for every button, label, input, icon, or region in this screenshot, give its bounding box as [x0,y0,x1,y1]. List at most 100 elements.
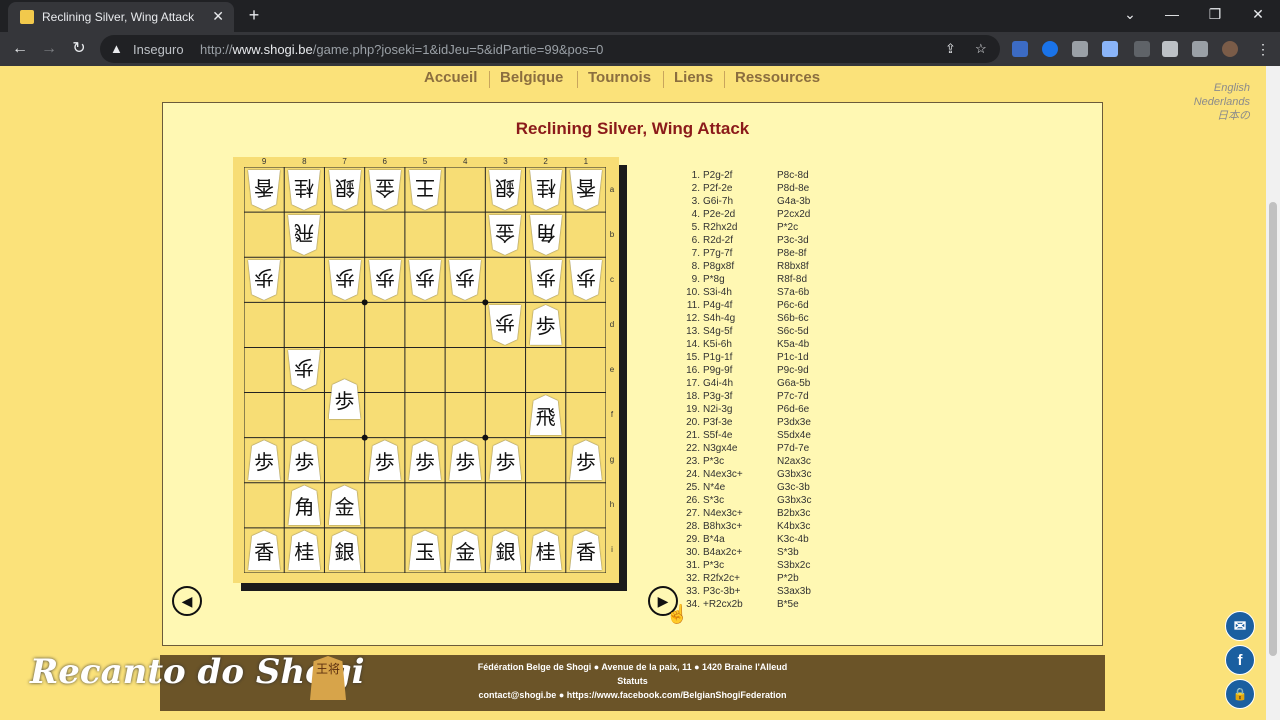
gote-move[interactable]: R8f-8d [777,273,807,286]
shogi-piece[interactable]: 角 [530,215,562,255]
sente-move[interactable]: P3c-3b+ [703,585,741,598]
shogi-piece[interactable]: 香 [248,530,281,571]
reload-icon[interactable]: ↻ [68,38,90,60]
shogi-piece[interactable]: 歩 [329,260,361,300]
move-row[interactable]: 7. P7g-7f P8e-8f [680,247,880,260]
gote-move[interactable]: K3c-4b [777,533,809,546]
move-row[interactable]: 13. S4g-5f S6c-5d [680,325,880,338]
move-row[interactable]: 32. R2fx2c+ P*2b [680,572,880,585]
extension-pin-icon[interactable] [1134,41,1150,57]
move-row[interactable]: 26. S*3c G3bx3c [680,494,880,507]
shogi-piece[interactable]: 歩 [489,440,522,481]
gote-move[interactable]: S*3b [777,546,799,559]
gote-move[interactable]: P6d-6e [777,403,809,416]
sente-move[interactable]: P8gx8f [703,260,734,273]
warning-icon[interactable]: ▲ [110,41,123,56]
move-row[interactable]: 15. P1g-1f P1c-1d [680,351,880,364]
tab-close-icon[interactable]: ✕ [212,8,224,25]
move-row[interactable]: 6. R2d-2f P3c-3d [680,234,880,247]
move-row[interactable]: 8. P8gx8f R8bx8f [680,260,880,273]
shogi-piece[interactable]: 歩 [409,440,441,481]
lock-float-button[interactable]: 🔒 [1225,679,1255,709]
move-row[interactable]: 10. S3i-4h S7a-6b [680,286,880,299]
gote-move[interactable]: P8c-8d [777,169,809,182]
shogi-piece[interactable]: 歩 [248,440,281,481]
gote-move[interactable]: S3ax3b [777,585,811,598]
shogi-piece[interactable]: 歩 [569,440,602,481]
shogi-piece[interactable]: 歩 [368,440,401,481]
shogi-piece[interactable]: 王 [409,170,441,210]
move-row[interactable]: 28. B8hx3c+ K4bx3c [680,520,880,533]
gote-move[interactable]: P3c-3d [777,234,809,247]
url-text[interactable]: http://www.shogi.be/game.php?joseki=1&id… [200,42,603,57]
move-row[interactable]: 31. P*3c S3bx2c [680,559,880,572]
gote-move[interactable]: P8e-8f [777,247,806,260]
sente-move[interactable]: S5f-4e [703,429,732,442]
shogi-piece[interactable]: 香 [570,170,602,210]
move-row[interactable]: 5. R2hx2d P*2c [680,221,880,234]
move-row[interactable]: 16. P9g-9f P9c-9d [680,364,880,377]
profile-avatar[interactable] [1222,41,1238,57]
shogi-piece[interactable]: 銀 [489,530,522,571]
forward-icon[interactable]: → [38,38,60,60]
back-icon[interactable]: ← [9,38,31,60]
gote-move[interactable]: P*2c [777,221,798,234]
email-float-button[interactable]: ✉ [1225,611,1255,641]
gote-move[interactable]: K5a-4b [777,338,809,351]
extension-grid-icon[interactable] [1012,41,1028,57]
new-tab-button[interactable]: + [244,5,264,26]
move-row[interactable]: 17. G4i-4h G6a-5b [680,377,880,390]
browser-tab[interactable]: Reclining Silver, Wing Attack ✕ [8,2,234,32]
sente-move[interactable]: R2fx2c+ [703,572,740,585]
move-row[interactable]: 2. P2f-2e P8d-8e [680,182,880,195]
gote-move[interactable]: S6b-6c [777,312,809,325]
sente-move[interactable]: P9g-9f [703,364,732,377]
prev-move-button[interactable]: ◀ [172,586,202,616]
shogi-piece[interactable]: 歩 [409,260,441,300]
sente-move[interactable]: N2i-3g [703,403,732,416]
shogi-piece[interactable]: 桂 [529,530,562,571]
move-row[interactable]: 19. N2i-3g P6d-6e [680,403,880,416]
gote-move[interactable]: G6a-5b [777,377,810,390]
sente-move[interactable]: P2f-2e [703,182,732,195]
facebook-float-button[interactable]: f [1225,645,1255,675]
gote-move[interactable]: R8bx8f [777,260,809,273]
gote-move[interactable]: P7d-7e [777,442,809,455]
move-row[interactable]: 11. P4g-4f P6c-6d [680,299,880,312]
sente-move[interactable]: B*4a [703,533,725,546]
shogi-piece[interactable]: 香 [248,170,280,210]
sente-move[interactable]: N3gx4e [703,442,737,455]
move-row[interactable]: 23. P*3c N2ax3c [680,455,880,468]
address-bar[interactable]: ▲ Inseguro http://www.shogi.be/game.php?… [100,35,1000,63]
sente-move[interactable]: B4ax2c+ [703,546,742,559]
move-row[interactable]: 22. N3gx4e P7d-7e [680,442,880,455]
extension-photo-icon[interactable] [1072,41,1088,57]
sente-move[interactable]: P2e-2d [703,208,735,221]
shogi-piece[interactable]: 玉 [409,530,441,571]
extension-cat-icon[interactable] [1102,41,1118,57]
sente-move[interactable]: R2d-2f [703,234,733,247]
menu-kebab-icon[interactable]: ⋮ [1252,38,1274,60]
gote-move[interactable]: S3bx2c [777,559,810,572]
shogi-piece[interactable]: 歩 [529,304,562,345]
shogi-piece[interactable]: 飛 [529,395,562,436]
gote-move[interactable]: G3bx3c [777,468,811,481]
sente-move[interactable]: S3i-4h [703,286,732,299]
gote-move[interactable]: S5dx4e [777,429,811,442]
nav-tournois[interactable]: Tournois [588,69,651,86]
shogi-piece[interactable]: 銀 [489,170,521,210]
gote-move[interactable]: S6c-5d [777,325,809,338]
reading-list-icon[interactable] [1192,41,1208,57]
gote-move[interactable]: P7c-7d [777,390,809,403]
lang-nederlands[interactable]: Nederlands [1194,95,1250,109]
sente-move[interactable]: P7g-7f [703,247,732,260]
gote-move[interactable]: P8d-8e [777,182,809,195]
nav-ressources[interactable]: Ressources [735,69,820,86]
shogi-piece[interactable]: 桂 [288,530,321,571]
shogi-piece[interactable]: 歩 [449,260,481,300]
sente-move[interactable]: G4i-4h [703,377,733,390]
share-icon[interactable]: ⇪ [945,41,956,57]
restore-icon[interactable]: ❐ [1205,6,1225,23]
shogi-piece[interactable]: 歩 [530,260,562,300]
sente-move[interactable]: P4g-4f [703,299,732,312]
